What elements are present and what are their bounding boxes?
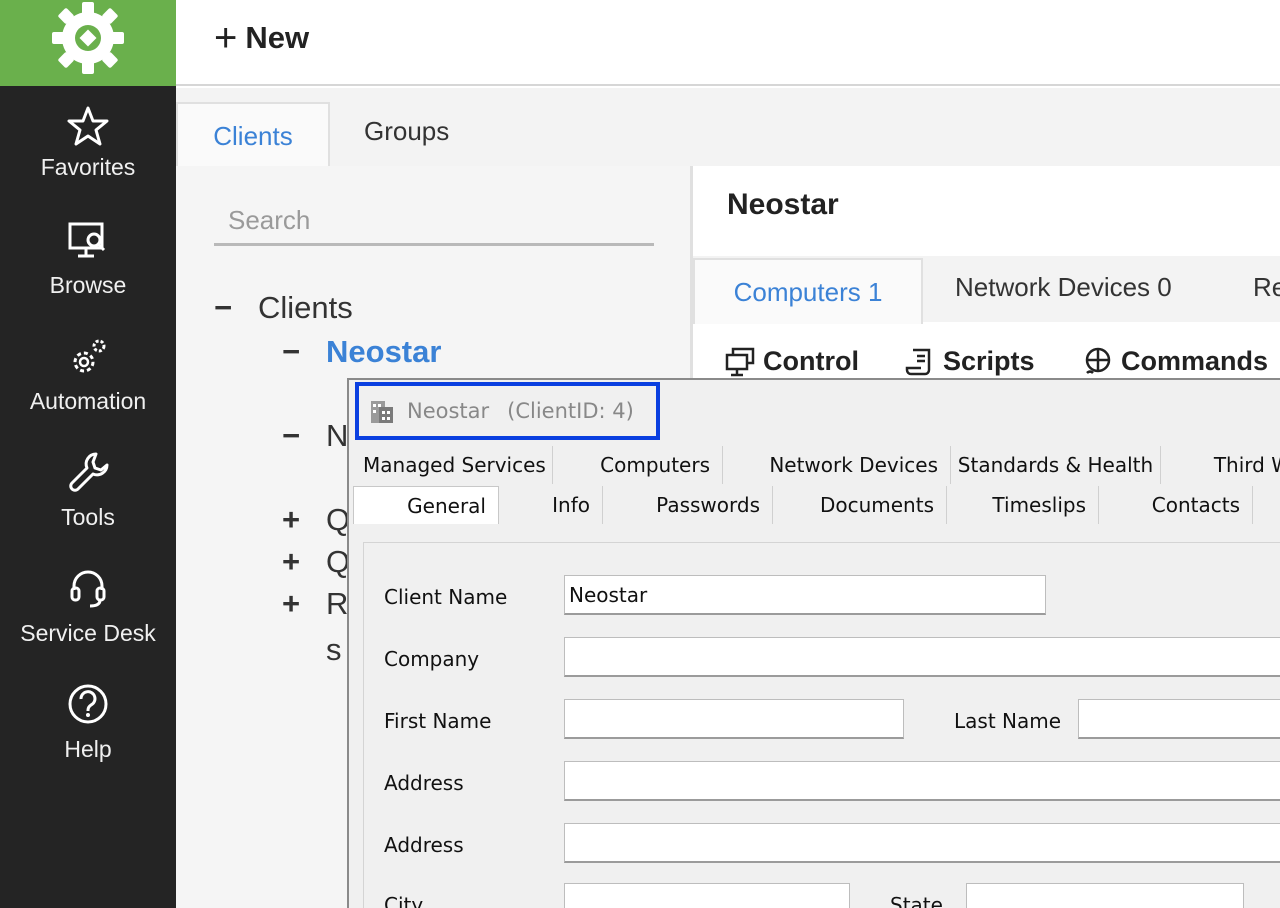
tab-remote[interactable]: Re [1253, 272, 1280, 303]
company-label: Company [384, 647, 480, 671]
scripts-label: Scripts [943, 346, 1035, 376]
tab-standards-health[interactable]: Standards & Health [951, 446, 1161, 484]
address-line2-input[interactable] [564, 823, 1280, 863]
sidebar-item-automation[interactable]: Automation [0, 328, 176, 438]
window-title: Neostar [407, 399, 490, 423]
tree-node-label: R [326, 586, 349, 621]
tab-managed-services[interactable]: Managed Services [363, 446, 553, 484]
sidebar-item-service-desk[interactable]: Service Desk [0, 560, 176, 670]
city-label: City [384, 893, 424, 908]
sidebar-item-favorites[interactable]: Favorites [0, 96, 176, 206]
tree-node-label: s [326, 632, 342, 667]
commands-label: Commands [1121, 346, 1269, 376]
address-line1-input[interactable] [564, 761, 1280, 801]
address-line2-label: Address [384, 833, 464, 857]
first-name-label: First Name [384, 709, 492, 733]
detail-tabs: Computers 1 Network Devices 0 Re [693, 256, 1280, 324]
first-name-input[interactable] [564, 699, 904, 739]
monitor-search-icon [68, 222, 106, 258]
tab-network-devices-window[interactable]: Network Devices [723, 446, 951, 484]
tree-node-neostar[interactable]: − Neostar [282, 334, 441, 370]
sidebar-item-browse[interactable]: Browse [0, 212, 176, 322]
new-button-label: New [245, 20, 310, 55]
tree-node-continuation: s [326, 632, 342, 668]
window-title-bar[interactable]: Neostar (ClientID: 4) [355, 382, 660, 440]
city-input[interactable] [564, 883, 850, 908]
tab-documents[interactable]: Documents [773, 486, 947, 524]
tab-groups[interactable]: Groups [364, 116, 449, 147]
state-label: State [890, 893, 943, 908]
scripts-button[interactable]: Scripts [905, 346, 1035, 377]
client-title: Neostar [727, 188, 839, 221]
window-tab-row-top: Managed Services Computers Network Devic… [349, 446, 1280, 486]
globe-icon [1085, 347, 1111, 374]
tab-computers[interactable]: Computers 1 [693, 258, 923, 324]
sidebar-item-label: Help [64, 736, 112, 762]
sidebar-item-label: Service Desk [20, 620, 156, 646]
client-name-input[interactable] [564, 575, 1046, 615]
monitor-icon [725, 347, 755, 376]
sidebar-item-label: Automation [29, 388, 147, 414]
client-id: (ClientID: 4) [507, 399, 634, 423]
expand-icon[interactable]: + [282, 502, 326, 538]
logo[interactable] [0, 0, 176, 86]
client-name-label: Client Name [384, 585, 508, 609]
headset-icon [70, 570, 106, 608]
control-button[interactable]: Control [725, 346, 859, 377]
tree-node[interactable]: − N [282, 418, 348, 454]
collapse-icon[interactable]: − [214, 290, 258, 326]
address-line1-label: Address [384, 771, 464, 795]
app-root: Favorites Browse Automation Tools Servic… [0, 0, 1280, 908]
star-icon [67, 106, 109, 146]
commands-button[interactable]: Commands [1083, 346, 1268, 377]
tree-node[interactable]: + Q [282, 502, 350, 538]
collapse-icon[interactable]: − [282, 334, 326, 370]
gear-logo-icon [52, 2, 124, 74]
search-input[interactable] [214, 198, 654, 246]
tree-node[interactable]: + R [282, 586, 348, 622]
tree-node-label: N [326, 418, 349, 453]
client-group-tabs: Clients Groups [176, 88, 1280, 168]
window-tab-row-bottom: General Info Passwords Documents Timesli… [349, 486, 1280, 526]
tab-network-devices[interactable]: Network Devices 0 [955, 272, 1172, 303]
tab-computers-window[interactable]: Computers [553, 446, 723, 484]
general-tab-panel: Client Name Company First Name Last Name… [363, 542, 1280, 908]
tab-clients[interactable]: Clients [176, 102, 330, 168]
plus-icon: + [214, 16, 238, 60]
company-input[interactable] [564, 637, 1280, 677]
question-icon [68, 684, 108, 724]
last-name-input[interactable] [1078, 699, 1280, 739]
tab-info[interactable]: Info [499, 486, 603, 524]
top-bar: + New [176, 0, 1280, 86]
tab-passwords[interactable]: Passwords [603, 486, 773, 524]
scroll-icon [905, 348, 931, 375]
tree-node-clients[interactable]: − Clients [214, 290, 353, 326]
collapse-icon[interactable]: − [282, 418, 326, 454]
tree-node[interactable]: + Q [282, 544, 350, 580]
gears-icon [73, 339, 106, 373]
last-name-label: Last Name [954, 709, 1062, 733]
new-button[interactable]: + New [214, 18, 309, 58]
tab-third-wall[interactable]: Third W [1161, 446, 1280, 484]
sidebar-item-label: Browse [49, 272, 127, 298]
wrench-icon [69, 452, 109, 492]
expand-icon[interactable]: + [282, 544, 326, 580]
expand-icon[interactable]: + [282, 586, 326, 622]
client-building-icon [371, 401, 393, 423]
tree-node-label: Neostar [326, 334, 442, 369]
tree-node-label: Clients [258, 290, 353, 325]
state-input[interactable] [966, 883, 1244, 908]
sidebar-item-label: Favorites [40, 154, 136, 180]
tab-timeslips[interactable]: Timeslips [947, 486, 1099, 524]
tab-contacts[interactable]: Contacts [1099, 486, 1253, 524]
control-label: Control [763, 346, 859, 376]
client-properties-window: Neostar (ClientID: 4) Managed Services C… [347, 378, 1280, 908]
sidebar-item-help[interactable]: Help [0, 676, 176, 786]
sidebar: Favorites Browse Automation Tools Servic… [0, 0, 176, 908]
sidebar-item-tools[interactable]: Tools [0, 444, 176, 554]
tab-general[interactable]: General [353, 486, 499, 524]
sidebar-item-label: Tools [61, 504, 115, 530]
